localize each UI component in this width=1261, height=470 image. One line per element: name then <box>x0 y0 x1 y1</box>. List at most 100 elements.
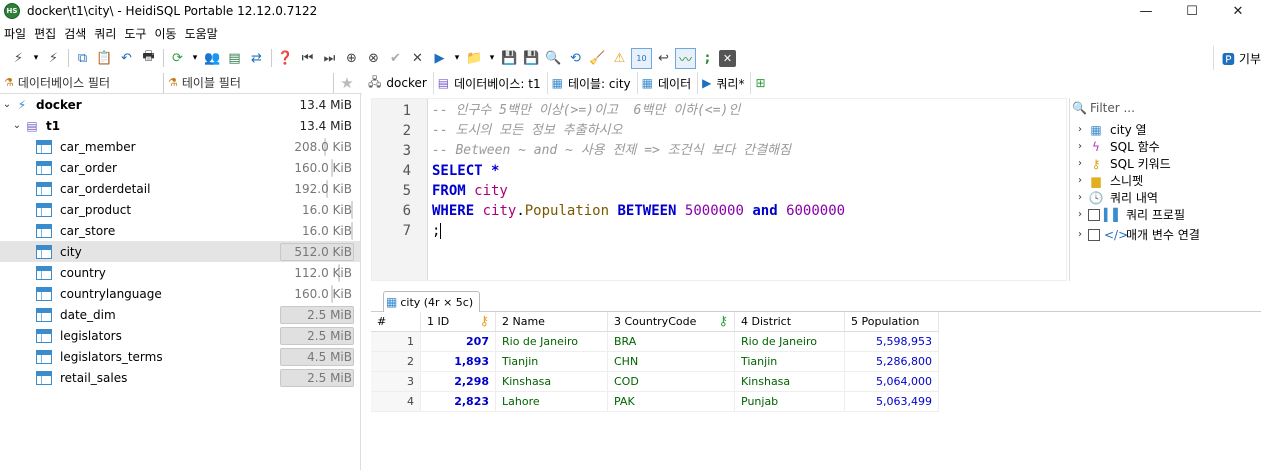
district-cell[interactable]: Kinshasa <box>735 372 845 392</box>
sql-editor[interactable]: 1 2 3 4 5 6 7 -- 인구수 5백만 이상(>=)이고 6백만 이하… <box>371 98 1067 281</box>
help-icon[interactable]: ❓ <box>275 48 296 69</box>
disconnect-icon[interactable]: ⚡ <box>43 48 64 69</box>
tab-query[interactable]: ▶ 쿼리* <box>698 72 752 94</box>
add-row-icon[interactable]: ⊕ <box>341 48 362 69</box>
favorites-star-icon[interactable]: ★ <box>334 74 360 92</box>
tree-root-docker[interactable]: ⌄ ⚡ docker 13.4 MiB <box>0 94 360 115</box>
warning-icon[interactable]: ⚠ <box>609 48 630 69</box>
delete-row-icon[interactable]: ⊗ <box>363 48 384 69</box>
chevron-right-icon[interactable]: › <box>1078 158 1088 169</box>
import-icon[interactable]: ▤ <box>224 48 245 69</box>
tree-table-legislators[interactable]: legislators 2.5 MiB <box>0 325 360 346</box>
tree-table-date-dim[interactable]: date_dim 2.5 MiB <box>0 304 360 325</box>
name-cell[interactable]: Tianjin <box>496 352 608 372</box>
helper-item-params[interactable]: › </> 매개 변수 연결 <box>1078 226 1200 243</box>
tree-table-car-store[interactable]: car_store 16.0 KiB <box>0 220 360 241</box>
tree-table-city[interactable]: city 512.0 KiB <box>0 241 360 262</box>
chevron-down-icon[interactable]: ⌄ <box>2 99 12 110</box>
helper-item-profile[interactable]: › ▍▌ 쿼리 프로필 <box>1078 206 1185 223</box>
table-filter-input[interactable]: ⚗ 테이블 필터 <box>164 72 334 93</box>
tree-table-countrylanguage[interactable]: countrylanguage 160.0 KiB <box>0 283 360 304</box>
cancel-icon[interactable]: ✕ <box>407 48 428 69</box>
column-header-population[interactable]: 5 Population <box>845 312 939 332</box>
helper-item-columns[interactable]: › ▦ city 열 <box>1078 121 1147 138</box>
id-cell[interactable]: 2,298 <box>421 372 496 392</box>
column-header-name[interactable]: 2 Name <box>496 312 608 332</box>
close-button[interactable]: ✕ <box>1215 0 1261 22</box>
district-cell[interactable]: Punjab <box>735 392 845 412</box>
tree-table-car-orderdetail[interactable]: car_orderdetail 192.0 KiB <box>0 178 360 199</box>
population-cell[interactable]: 5,064,000 <box>845 372 939 392</box>
countrycode-cell[interactable]: COD <box>608 372 735 392</box>
chevron-right-icon[interactable]: › <box>1078 229 1088 240</box>
row-number-cell[interactable]: 3 <box>371 372 421 392</box>
paste-icon[interactable]: 📋 <box>94 48 115 69</box>
dropdown-arrow-icon[interactable]: ▾ <box>189 48 201 69</box>
column-header-district[interactable]: 4 District <box>735 312 845 332</box>
tree-table-retail-sales[interactable]: retail_sales 2.5 MiB <box>0 367 360 388</box>
tab-database[interactable]: ▤ 데이터베이스: t1 <box>434 72 548 94</box>
menu-edit[interactable]: 편집 <box>30 25 60 42</box>
save-as-icon[interactable]: 💾 <box>521 48 542 69</box>
print-icon[interactable]: 🖶 <box>138 48 159 69</box>
clear-icon[interactable]: 🧹 <box>587 48 608 69</box>
column-header-id[interactable]: 1 ID ⚷ <box>421 312 496 332</box>
helper-item-keywords[interactable]: › ⚷ SQL 키워드 <box>1078 155 1171 172</box>
name-cell[interactable]: Kinshasa <box>496 372 608 392</box>
menu-tools[interactable]: 도구 <box>120 25 150 42</box>
chevron-right-icon[interactable]: › <box>1078 192 1088 203</box>
helper-item-functions[interactable]: › ϟ SQL 함수 <box>1078 138 1160 155</box>
menu-help[interactable]: 도움말 <box>181 25 222 42</box>
copy-icon[interactable]: ⧉ <box>72 48 93 69</box>
params-checkbox[interactable] <box>1088 228 1100 241</box>
row-number-cell[interactable]: 4 <box>371 392 421 412</box>
transfer-icon[interactable]: ⇄ <box>246 48 267 69</box>
menu-search[interactable]: 검색 <box>60 25 90 42</box>
chevron-down-icon[interactable]: ⌄ <box>12 120 22 131</box>
execute-icon[interactable]: ▶ <box>429 48 450 69</box>
first-icon[interactable]: ⏮ <box>297 48 318 69</box>
chevron-right-icon[interactable]: › <box>1078 175 1088 186</box>
menu-go[interactable]: 이동 <box>150 25 180 42</box>
tree-table-country[interactable]: country 112.0 KiB <box>0 262 360 283</box>
name-cell[interactable]: Lahore <box>496 392 608 412</box>
profile-checkbox[interactable] <box>1088 208 1100 221</box>
user-manager-icon[interactable]: 👥 <box>202 48 223 69</box>
helper-filter-input[interactable]: 🔍 Filter ... <box>1070 98 1261 118</box>
tab-docker[interactable]: 🖧 docker <box>364 72 434 94</box>
column-header-countrycode[interactable]: 3 CountryCode ⚷ <box>608 312 735 332</box>
wrap-icon[interactable]: ↩ <box>653 48 674 69</box>
helper-item-history[interactable]: › 🕓 쿼리 내역 <box>1078 189 1158 206</box>
name-cell[interactable]: Rio de Janeiro <box>496 332 608 352</box>
menu-query[interactable]: 쿼리 <box>90 25 120 42</box>
save-icon[interactable]: 💾 <box>499 48 520 69</box>
row-number-cell[interactable]: 2 <box>371 352 421 372</box>
dropdown-arrow-icon[interactable]: ▾ <box>451 48 463 69</box>
tree-table-car-member[interactable]: car_member 208.0 KiB <box>0 136 360 157</box>
new-query-tab-button[interactable]: ⊞ <box>751 72 776 94</box>
result-tab-city[interactable]: ▦ city (4r × 5c) <box>383 291 481 312</box>
row-number-cell[interactable]: 1 <box>371 332 421 352</box>
menu-file[interactable]: 파일 <box>0 25 30 42</box>
population-cell[interactable]: 5,063,499 <box>845 392 939 412</box>
maximize-button[interactable]: ☐ <box>1169 0 1215 22</box>
minimize-button[interactable]: — <box>1123 0 1169 22</box>
post-icon[interactable]: ✔ <box>385 48 406 69</box>
tab-data[interactable]: ▦ 데이터 <box>638 72 699 94</box>
tree-table-legislators-terms[interactable]: legislators_terms 4.5 MiB <box>0 346 360 367</box>
helper-item-snippets[interactable]: › ▆ 스니펫 <box>1078 172 1143 189</box>
stop-icon[interactable]: ✕ <box>719 49 736 67</box>
countrycode-cell[interactable]: CHN <box>608 352 735 372</box>
log-icon[interactable]: 〰 <box>675 47 696 69</box>
donate-button[interactable]: 기부 <box>1239 50 1261 67</box>
database-filter-input[interactable]: ⚗ 데이터베이스 필터 <box>0 72 164 93</box>
chevron-right-icon[interactable]: › <box>1078 141 1088 152</box>
tree-table-car-order[interactable]: car_order 160.0 KiB <box>0 157 360 178</box>
undo-icon[interactable]: ↶ <box>116 48 137 69</box>
tree-table-car-product[interactable]: car_product 16.0 KiB <box>0 199 360 220</box>
open-folder-icon[interactable]: 📁 <box>464 48 485 69</box>
refresh-icon[interactable]: ⟳ <box>167 48 188 69</box>
id-cell[interactable]: 1,893 <box>421 352 496 372</box>
chevron-right-icon[interactable]: › <box>1078 209 1088 220</box>
district-cell[interactable]: Rio de Janeiro <box>735 332 845 352</box>
